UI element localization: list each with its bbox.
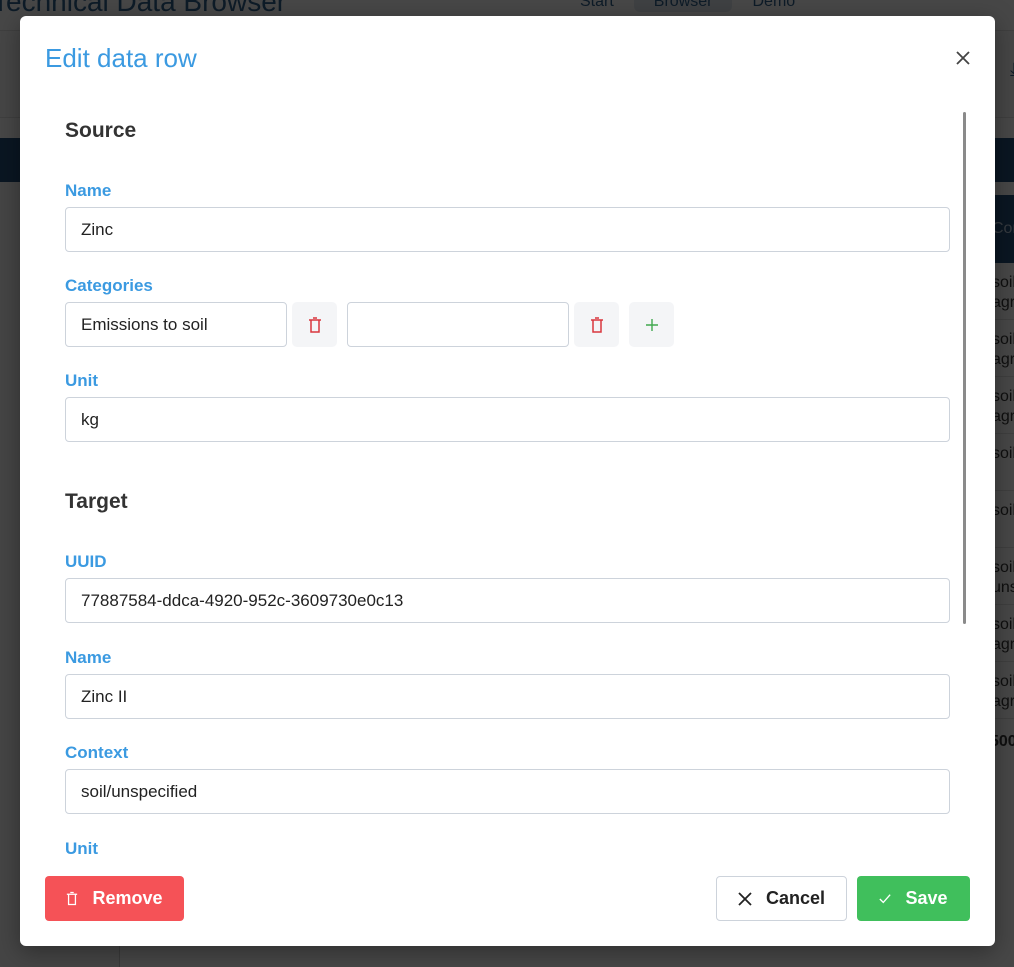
target-name-input[interactable]: [65, 674, 950, 719]
cancel-button[interactable]: Cancel: [716, 876, 847, 921]
close-icon: [956, 51, 970, 65]
plus-icon: [645, 318, 658, 331]
dialog-body[interactable]: Source Name Categories Unit Target UUID …: [45, 111, 975, 861]
close-icon: [738, 891, 752, 906]
dialog-scrollbar[interactable]: [963, 112, 966, 624]
category-input-1[interactable]: [65, 302, 287, 347]
close-button[interactable]: [951, 46, 975, 70]
source-name-input[interactable]: [65, 207, 950, 252]
trash-icon: [590, 316, 603, 333]
cancel-button-label: Cancel: [765, 888, 826, 908]
remove-button[interactable]: Remove: [45, 876, 184, 921]
dialog-title: Edit data row: [45, 43, 197, 73]
delete-category-2-button[interactable]: [574, 302, 619, 347]
save-button[interactable]: Save: [857, 876, 970, 921]
target-name-label: Name: [65, 648, 112, 667]
trash-icon: [308, 316, 321, 333]
target-heading: Target: [65, 490, 128, 513]
add-category-button[interactable]: [629, 302, 674, 347]
target-uuid-label: UUID: [65, 552, 107, 571]
category-input-2[interactable]: [347, 302, 569, 347]
trash-icon: [67, 891, 78, 906]
source-name-label: Name: [65, 181, 112, 200]
source-unit-input[interactable]: [65, 397, 950, 442]
source-categories-label: Categories: [65, 276, 153, 295]
remove-button-label: Remove: [92, 888, 163, 908]
delete-category-1-button[interactable]: [292, 302, 337, 347]
save-button-label: Save: [905, 888, 948, 908]
target-context-label: Context: [65, 743, 129, 762]
source-heading: Source: [65, 119, 137, 142]
target-context-input[interactable]: [65, 769, 950, 814]
check-icon: [879, 893, 892, 903]
target-unit-label: Unit: [65, 839, 99, 858]
edit-row-dialog: Edit data row Source Name Categories Uni…: [20, 16, 995, 946]
source-unit-label: Unit: [65, 371, 99, 390]
target-uuid-input[interactable]: [65, 578, 950, 623]
